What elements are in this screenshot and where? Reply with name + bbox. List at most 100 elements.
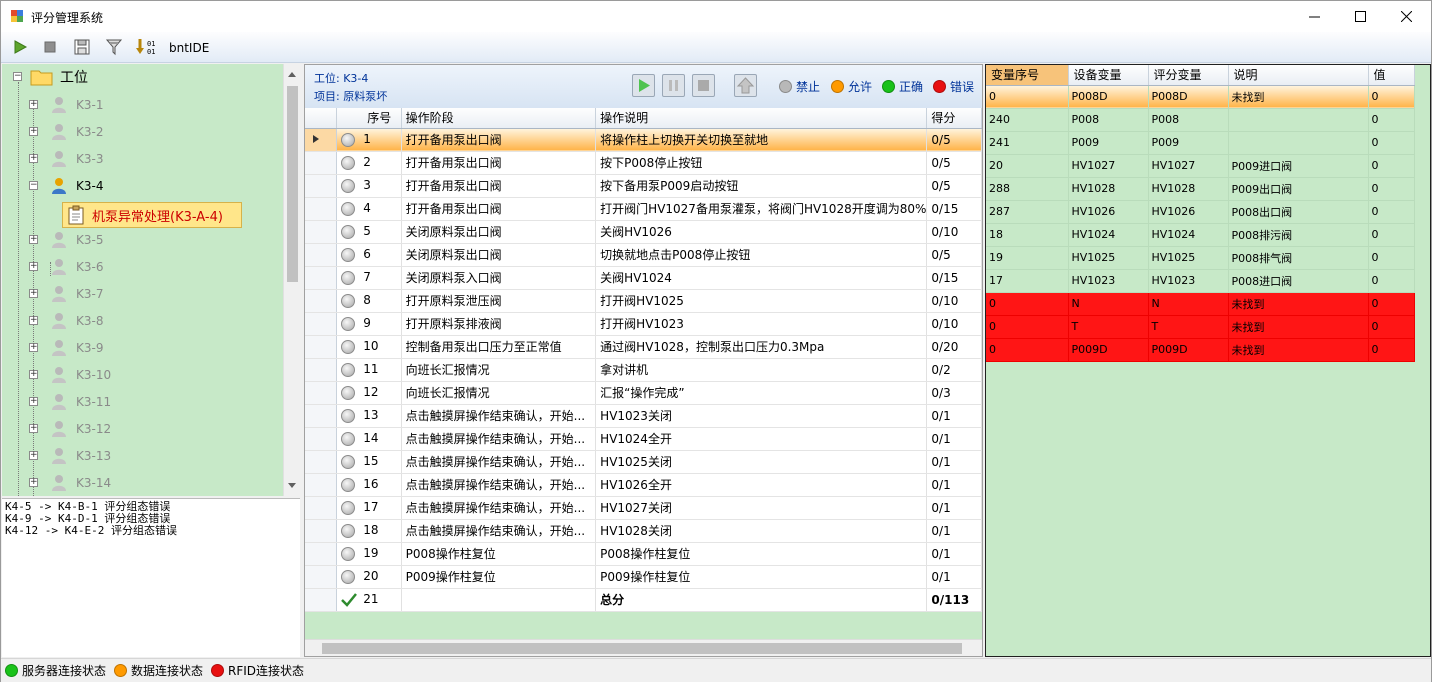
- row-header[interactable]: [305, 151, 338, 175]
- row-header[interactable]: [305, 542, 338, 566]
- table-row[interactable]: 11 向班长汇报情况 拿对讲机 0/2: [305, 358, 982, 382]
- tree-node[interactable]: + K3-3: [2, 148, 282, 170]
- bntide-button[interactable]: bntIDE: [169, 41, 209, 55]
- tree-node[interactable]: + K3-12: [2, 418, 282, 440]
- row-header[interactable]: [305, 588, 338, 612]
- row-header[interactable]: [305, 128, 338, 152]
- tree-root[interactable]: − 工位: [2, 66, 282, 88]
- expand-icon[interactable]: +: [29, 478, 38, 487]
- stop-icon[interactable]: [41, 38, 59, 56]
- tree-node[interactable]: + K3-1: [2, 94, 282, 116]
- expand-icon[interactable]: +: [29, 154, 38, 163]
- expand-icon[interactable]: +: [29, 127, 38, 136]
- expand-icon[interactable]: +: [29, 451, 38, 460]
- variable-row[interactable]: 17 HV1023 HV1023 P008进口阀 0: [986, 269, 1415, 293]
- expand-icon[interactable]: +: [29, 289, 38, 298]
- table-row[interactable]: 1 打开备用泵出口阀 将操作柱上切换开关切换至就地 0/5: [305, 128, 982, 152]
- variable-row[interactable]: 0 P009D P009D 未找到 0: [986, 338, 1415, 362]
- expand-icon[interactable]: +: [29, 262, 38, 271]
- play-icon[interactable]: [11, 38, 29, 56]
- table-row[interactable]: 20 P009操作柱复位 P009操作柱复位 0/1: [305, 565, 982, 589]
- maximize-button[interactable]: [1337, 1, 1383, 32]
- tree-node[interactable]: − K3-4: [2, 175, 282, 197]
- row-header[interactable]: [305, 496, 338, 520]
- col-header[interactable]: 操作说明: [595, 108, 928, 129]
- corner-header[interactable]: [305, 108, 338, 129]
- scroll-down-icon[interactable]: [288, 483, 296, 488]
- row-header[interactable]: [305, 381, 338, 405]
- expand-icon[interactable]: +: [29, 397, 38, 406]
- table-row[interactable]: 8 打开原料泵泄压阀 打开阀HV1025 0/10: [305, 289, 982, 313]
- col-header[interactable]: 设备变量: [1068, 65, 1149, 86]
- save-icon[interactable]: [73, 38, 91, 56]
- grid-horizontal-scrollbar[interactable]: [305, 639, 982, 656]
- expand-icon[interactable]: +: [29, 316, 38, 325]
- binary-download-icon[interactable]: 0101: [135, 38, 159, 56]
- row-header[interactable]: [305, 450, 338, 474]
- table-row[interactable]: 2 打开备用泵出口阀 按下P008停止按钮 0/5: [305, 151, 982, 175]
- row-header[interactable]: [305, 220, 338, 244]
- variable-row[interactable]: 288 HV1028 HV1028 P009出口阀 0: [986, 177, 1415, 201]
- tree-node[interactable]: + K3-2: [2, 121, 282, 143]
- variable-row[interactable]: 0 P008D P008D 未找到 0: [986, 85, 1415, 109]
- variable-row[interactable]: 0 T T 未找到 0: [986, 315, 1415, 339]
- row-header[interactable]: [305, 427, 338, 451]
- tree-node[interactable]: + K3-9: [2, 337, 282, 359]
- tree-node[interactable]: + K3-5: [2, 229, 282, 251]
- col-header[interactable]: 评分变量: [1148, 65, 1229, 86]
- tree-node[interactable]: + K3-7: [2, 283, 282, 305]
- start-button[interactable]: [632, 74, 655, 97]
- table-row[interactable]: 12 向班长汇报情况 汇报“操作完成” 0/3: [305, 381, 982, 405]
- table-row[interactable]: 6 关闭原料泵出口阀 切换就地点击P008停止按钮 0/5: [305, 243, 982, 267]
- col-header[interactable]: 变量序号: [986, 65, 1069, 86]
- table-row[interactable]: 17 点击触摸屏操作结束确认，开始... HV1027关闭 0/1: [305, 496, 982, 520]
- tree-scrollbar[interactable]: [283, 64, 300, 496]
- collapse-icon[interactable]: −: [13, 72, 22, 81]
- tree-node[interactable]: + K3-8: [2, 310, 282, 332]
- table-row[interactable]: 15 点击触摸屏操作结束确认，开始... HV1025关闭 0/1: [305, 450, 982, 474]
- table-row[interactable]: 14 点击触摸屏操作结束确认，开始... HV1024全开 0/1: [305, 427, 982, 451]
- row-header[interactable]: [305, 519, 338, 543]
- stop-button[interactable]: [692, 74, 715, 97]
- expand-icon[interactable]: +: [29, 424, 38, 433]
- variable-row[interactable]: 241 P009 P009 0: [986, 131, 1415, 155]
- upload-button[interactable]: [734, 74, 757, 97]
- row-header[interactable]: [305, 266, 338, 290]
- tree-node[interactable]: + K3-10: [2, 364, 282, 386]
- table-row[interactable]: 19 P008操作柱复位 P008操作柱复位 0/1: [305, 542, 982, 566]
- col-header[interactable]: 操作阶段: [401, 108, 597, 129]
- scroll-thumb[interactable]: [322, 643, 962, 654]
- minimize-button[interactable]: [1291, 1, 1337, 32]
- col-header[interactable]: 说明: [1228, 65, 1369, 86]
- row-header[interactable]: [305, 335, 338, 359]
- tree-node[interactable]: + K3-13: [2, 445, 282, 467]
- variable-row[interactable]: 287 HV1026 HV1026 P008出口阀 0: [986, 200, 1415, 224]
- row-header[interactable]: [305, 358, 338, 382]
- table-row[interactable]: 18 点击触摸屏操作结束确认，开始... HV1028关闭 0/1: [305, 519, 982, 543]
- table-row[interactable]: 4 打开备用泵出口阀 打开阀门HV1027备用泵灌泵，将阀门HV1028开度调为80…: [305, 197, 982, 221]
- scroll-up-icon[interactable]: [288, 72, 296, 77]
- variable-row[interactable]: 20 HV1027 HV1027 P009进口阀 0: [986, 154, 1415, 178]
- table-row[interactable]: 5 关闭原料泵出口阀 关阀HV1026 0/10: [305, 220, 982, 244]
- col-header[interactable]: 得分: [926, 108, 982, 129]
- table-row[interactable]: 7 关闭原料泵入口阀 关阀HV1024 0/15: [305, 266, 982, 290]
- tree-selected-item[interactable]: 机泵异常处理(K3-A-4): [62, 202, 242, 228]
- variable-row[interactable]: 240 P008 P008 0: [986, 108, 1415, 132]
- row-header[interactable]: [305, 312, 338, 336]
- row-header[interactable]: [305, 404, 338, 428]
- expand-icon[interactable]: +: [29, 343, 38, 352]
- row-header[interactable]: [305, 565, 338, 589]
- table-row[interactable]: 13 点击触摸屏操作结束确认，开始... HV1023关闭 0/1: [305, 404, 982, 428]
- expand-icon[interactable]: +: [29, 100, 38, 109]
- collapse-icon[interactable]: −: [29, 181, 38, 190]
- variable-row[interactable]: 19 HV1025 HV1025 P008排气阀 0: [986, 246, 1415, 270]
- row-header[interactable]: [305, 197, 338, 221]
- tree-node[interactable]: + K3-11: [2, 391, 282, 413]
- row-header[interactable]: [305, 243, 338, 267]
- table-row[interactable]: 16 点击触摸屏操作结束确认，开始... HV1026全开 0/1: [305, 473, 982, 497]
- col-header[interactable]: 序号: [336, 108, 402, 129]
- table-row[interactable]: 3 打开备用泵出口阀 按下备用泵P009启动按钮 0/5: [305, 174, 982, 198]
- scroll-thumb[interactable]: [287, 86, 298, 282]
- table-row[interactable]: 9 打开原料泵排液阀 打开阀HV1023 0/10: [305, 312, 982, 336]
- station-tree[interactable]: − 工位 + K3-1 + K3-2 + K3-3 − K3-4 + K3-5 + K3-6 + K3-7…: [2, 64, 300, 496]
